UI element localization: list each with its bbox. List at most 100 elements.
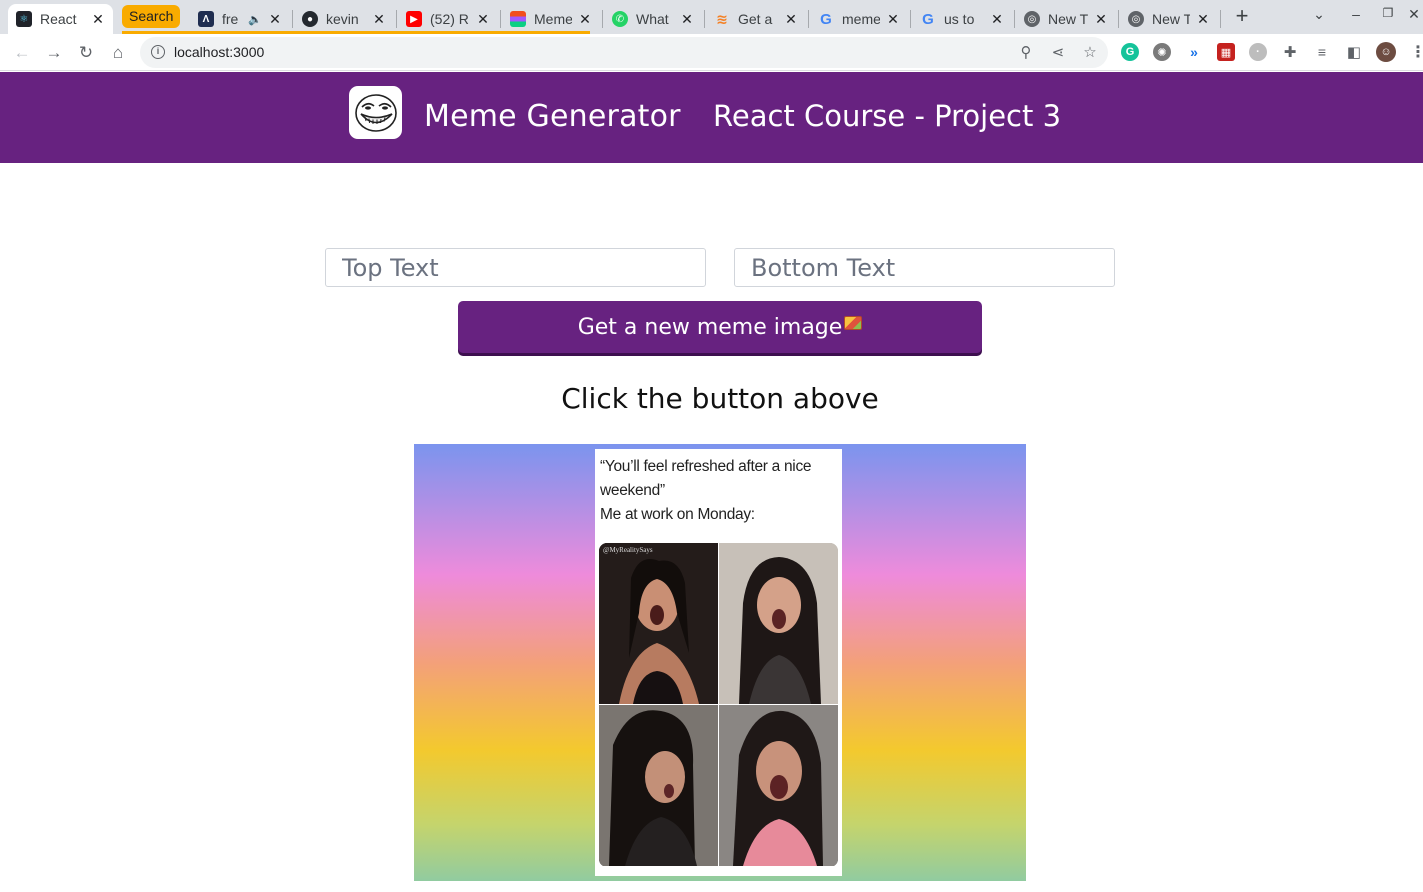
reload-icon[interactable]: ↻ <box>74 41 98 65</box>
tab-new-1[interactable]: ◎ New T ✕ <box>1016 4 1116 34</box>
restore-icon[interactable]: ❐ <box>1378 6 1398 20</box>
youtube-icon: ▶ <box>406 11 422 27</box>
tab-title: React <box>40 11 77 27</box>
tab-title: kevin <box>326 11 359 27</box>
tab-google-meme[interactable]: G meme ✕ <box>810 4 908 34</box>
close-icon[interactable]: ✕ <box>91 11 105 28</box>
meme-photo-bottom-right <box>719 705 838 866</box>
tab-separator <box>602 10 603 28</box>
url-text[interactable]: localhost:3000 <box>174 44 264 60</box>
tab-title: fre <box>222 11 239 27</box>
meme-photo-grid: @MyRealitySays <box>599 543 838 867</box>
search-tab-group-label[interactable]: Search <box>122 5 181 28</box>
stackoverflow-icon: ≋ <box>716 10 728 27</box>
close-icon[interactable]: ✕ <box>784 11 798 28</box>
close-icon[interactable]: ✕ <box>886 11 900 28</box>
tab-title: us to <box>944 11 975 27</box>
tab-separator <box>292 10 293 28</box>
project-subtitle: React Course - Project 3 <box>713 99 1062 133</box>
bookmark-star-icon[interactable]: ☆ <box>1080 43 1100 63</box>
close-icon[interactable]: ✕ <box>578 11 592 28</box>
tab-new-2[interactable]: ◎ New T ✕ <box>1120 4 1218 34</box>
close-icon[interactable]: ✕ <box>1094 11 1108 28</box>
read-aloud-icon[interactable]: » <box>1185 43 1203 61</box>
meme-photo-top-right <box>719 543 838 704</box>
tab-separator <box>910 10 911 28</box>
tab-separator <box>808 10 809 28</box>
close-icon[interactable]: ✕ <box>372 11 386 28</box>
close-icon[interactable]: ✕ <box>1196 11 1210 28</box>
tab-separator <box>1118 10 1119 28</box>
tab-title: What <box>636 11 669 27</box>
tab-fre[interactable]: Λ fre 🔈 ✕ <box>190 4 290 34</box>
tab-kevin[interactable]: ● kevin ✕ <box>294 4 394 34</box>
figma-icon <box>510 11 526 27</box>
meme-caption-line: Me at work on Monday: <box>600 506 755 523</box>
tab-title: Get a <box>738 11 773 27</box>
forward-icon[interactable]: → <box>42 41 66 65</box>
troll-face-logo <box>349 86 402 139</box>
site-info-icon[interactable]: i <box>151 45 165 59</box>
grammarly-icon[interactable]: G <box>1121 43 1139 61</box>
close-icon[interactable]: ✕ <box>680 11 694 28</box>
minimize-icon[interactable]: – <box>1346 6 1366 22</box>
close-icon[interactable]: ✕ <box>268 11 282 28</box>
reading-list-icon[interactable]: ≡ <box>1313 43 1331 61</box>
kebab-menu-icon[interactable]: ⋮ <box>1409 43 1423 61</box>
home-icon[interactable]: ⌂ <box>106 41 130 65</box>
puzzle-icon[interactable]: ✚ <box>1281 43 1299 61</box>
framed-picture-icon <box>844 316 863 330</box>
close-window-icon[interactable]: ✕ <box>1404 6 1423 23</box>
a-icon: Λ <box>198 11 214 27</box>
google-icon: G <box>922 10 934 28</box>
close-icon[interactable]: ✕ <box>476 11 490 28</box>
tab-youtube[interactable]: ▶ (52) R ✕ <box>398 4 498 34</box>
meme-photo-top-left: @MyRealitySays <box>599 543 718 704</box>
chrome-icon: ◎ <box>1128 11 1144 27</box>
tab-search-chevron-icon[interactable]: ⌄ <box>1309 6 1329 23</box>
github-icon: ● <box>302 11 318 27</box>
close-icon[interactable]: ✕ <box>990 11 1004 28</box>
yawning-woman-photo <box>599 705 718 866</box>
yawning-woman-photo <box>599 543 718 704</box>
google-icon: G <box>820 10 832 28</box>
address-bar[interactable]: i localhost:3000 ⚲ ⋖ ☆ <box>140 37 1108 68</box>
app-title: Meme Generator <box>424 99 681 134</box>
tab-title: New T <box>1152 11 1190 27</box>
tab-stackoverflow[interactable]: ≋ Get a ✕ <box>706 4 806 34</box>
tab-separator <box>1014 10 1015 28</box>
get-new-meme-button[interactable]: Get a new meme image <box>458 301 982 353</box>
browser-toolbar: ← → ↻ ⌂ i localhost:3000 ⚲ ⋖ ☆ G ✺ » ▦ ·… <box>0 34 1423 71</box>
top-text-input[interactable] <box>325 248 706 287</box>
extension-red-icon[interactable]: ▦ <box>1217 43 1235 61</box>
app-header <box>0 72 1423 163</box>
side-panel-icon[interactable]: ◧ <box>1345 43 1363 61</box>
zoom-icon[interactable]: ⚲ <box>1016 43 1036 63</box>
tab-whatsapp[interactable]: ✆ What ✕ <box>604 4 702 34</box>
bottom-text-input[interactable] <box>734 248 1115 287</box>
meme-watermark: @MyRealitySays <box>603 546 653 554</box>
meme-card: “You’ll feel refreshed after a nice week… <box>595 449 842 876</box>
share-icon[interactable]: ⋖ <box>1048 43 1068 63</box>
tab-strip: ⚛ React ✕ Search Λ fre 🔈 ✕ ● kevin ✕ ▶ (… <box>0 0 1423 34</box>
tab-separator <box>396 10 397 28</box>
avatar[interactable]: ☺ <box>1376 42 1396 62</box>
meme-photo-bottom-left <box>599 705 718 866</box>
back-icon[interactable]: ← <box>10 41 34 65</box>
whatsapp-icon: ✆ <box>612 11 628 27</box>
meme-caption-line: weekend” <box>600 482 665 499</box>
tab-title: Meme <box>534 11 572 27</box>
speaker-muted-icon[interactable]: 🔈 <box>248 13 262 26</box>
extension-globe-icon[interactable]: ✺ <box>1153 43 1171 61</box>
tab-google-us[interactable]: G us to ✕ <box>912 4 1012 34</box>
tab-react[interactable]: ⚛ React ✕ <box>8 4 113 34</box>
meme-caption: “You’ll feel refreshed after a nice week… <box>600 455 835 527</box>
new-tab-button[interactable]: + <box>1232 5 1252 27</box>
tab-title: meme <box>842 11 880 27</box>
tab-figma[interactable]: Meme ✕ <box>502 4 600 34</box>
extension-grey-icon[interactable]: · <box>1249 43 1267 61</box>
react-icon: ⚛ <box>16 11 32 27</box>
meme-image: “You’ll feel refreshed after a nice week… <box>414 444 1026 881</box>
yawning-woman-photo <box>719 705 838 866</box>
tab-separator <box>1220 10 1221 28</box>
